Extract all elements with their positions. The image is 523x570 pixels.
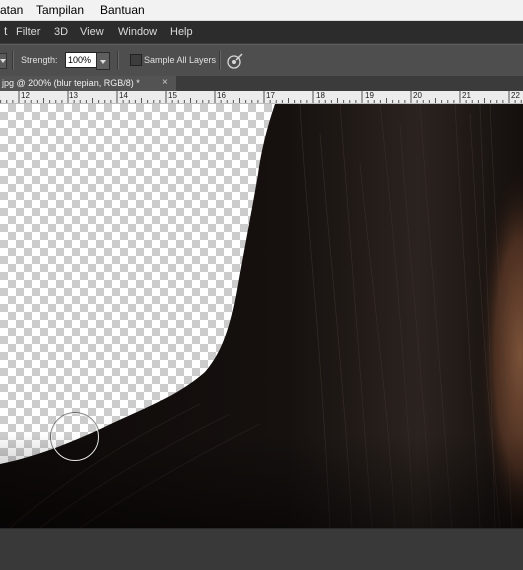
ruler-number: 13 [69,91,78,100]
strength-dropdown-button[interactable] [96,52,110,70]
app-menu-bar: t Filter 3D View Window Help [0,21,523,43]
strength-label: Strength: [21,55,58,65]
menu-item-filter[interactable]: Filter [16,26,40,38]
divider [219,51,221,70]
ruler-number: 22 [511,91,520,100]
ruler-number: 16 [217,91,226,100]
horizontal-ruler: 12 13 14 15 16 17 18 19 20 21 22 [0,91,523,104]
mode-dropdown[interactable] [0,53,7,69]
sample-all-layers-label: Sample All Layers [144,55,217,65]
ruler-number: 21 [462,91,471,100]
document-tab-title: jpg @ 200% (blur tepian, RGB/8) * [2,78,140,88]
menu-item-window[interactable]: Window [118,26,157,38]
window-menu-bar: atan Tampilan Bantuan [0,0,523,21]
ruler-ticks [0,91,522,103]
menu-item-atan[interactable]: atan [0,3,23,17]
image-canvas[interactable] [0,104,523,528]
ruler-number: 12 [21,91,30,100]
document-tab[interactable]: jpg @ 200% (blur tepian, RGB/8) * × [0,76,176,91]
menu-item-tampilan[interactable]: Tampilan [36,3,84,17]
tool-options-bar: Strength: 100% Sample All Layers [0,44,523,77]
ruler-number: 15 [168,91,177,100]
menu-item-view[interactable]: View [80,26,104,38]
menu-item-help[interactable]: Help [170,26,193,38]
close-icon[interactable]: × [162,77,168,88]
ruler-number: 18 [316,91,325,100]
menu-item-3d[interactable]: 3D [54,26,68,38]
pressure-pen-icon[interactable] [226,52,244,70]
divider [117,51,119,70]
hair-image [0,104,523,528]
menu-fragment: t [4,24,8,38]
ruler-number: 19 [365,91,374,100]
document-tab-bar: jpg @ 200% (blur tepian, RGB/8) * × [0,76,523,91]
ruler-number: 17 [266,91,275,100]
ruler-number: 20 [413,91,422,100]
brush-cursor [51,413,99,461]
strength-input[interactable]: 100% [65,52,99,68]
sample-all-layers-checkbox[interactable] [130,54,142,66]
menu-item-bantuan[interactable]: Bantuan [100,3,145,17]
divider [12,51,14,70]
status-area [0,528,523,570]
ruler-number: 14 [119,91,128,100]
